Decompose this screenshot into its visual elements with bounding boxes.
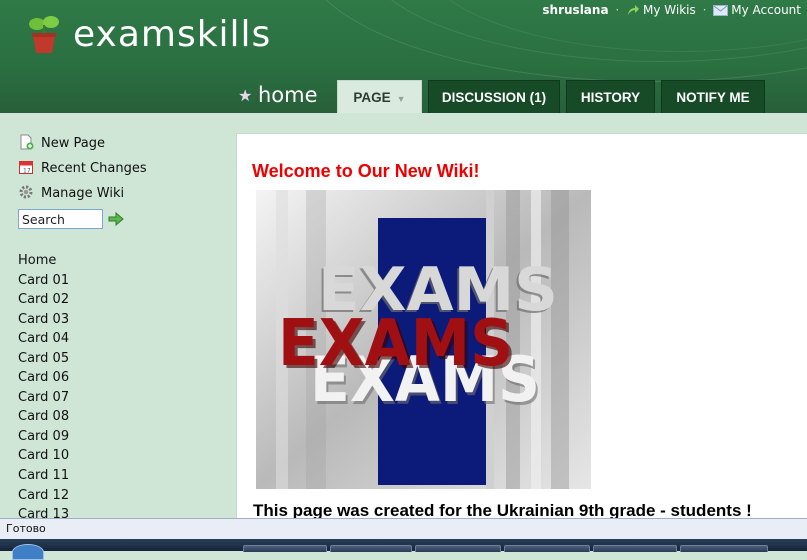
tab-discussion[interactable]: DISCUSSION (1) (428, 80, 560, 113)
status-bar: Готово (0, 518, 807, 539)
svg-text:17: 17 (23, 168, 31, 175)
tab-label: DISCUSSION (1) (441, 90, 547, 105)
exams-image: EXAMS EXAMS EXAMS EXAMS EXAMS EXAMS (256, 190, 591, 489)
new-page-icon (20, 134, 34, 150)
nav-item-card-03[interactable]: Card 03 (18, 310, 69, 330)
recent-changes-link[interactable]: 17 Recent Changes (18, 159, 147, 179)
nav-item-card-09[interactable]: Card 09 (18, 427, 69, 447)
search-input[interactable] (18, 209, 103, 229)
nav-item-home[interactable]: Home (18, 251, 69, 271)
nav-item-card-12[interactable]: Card 12 (18, 486, 69, 506)
status-text: Готово (6, 522, 46, 535)
nav-item-card-02[interactable]: Card 02 (18, 290, 69, 310)
tab-label: HISTORY (580, 90, 641, 105)
tab-label: NOTIFY ME (676, 90, 750, 105)
intro-text: This page was created for the Ukrainian … (253, 501, 752, 519)
sidebar: New Page 17 Recent Changes Manage Wiki H… (0, 113, 235, 522)
gear-icon (19, 185, 33, 199)
start-button[interactable] (12, 544, 44, 560)
page-content: Welcome to Our New Wiki! EXAMS EXAMS EXA… (236, 133, 807, 519)
taskbar (0, 539, 807, 560)
tab-history[interactable]: HISTORY (566, 80, 655, 113)
new-page-link[interactable]: New Page (18, 134, 105, 154)
site-title[interactable]: examskills (73, 14, 271, 55)
calendar-icon: 17 (19, 161, 33, 175)
nav-item-card-05[interactable]: Card 05 (18, 349, 69, 369)
plant-logo-icon[interactable] (27, 15, 61, 55)
wiki-nav-list: Home Card 01 Card 02 Card 03 Card 04 Car… (18, 251, 69, 525)
tab-notify-me[interactable]: NOTIFY ME (661, 80, 765, 113)
manage-wiki-label: Manage Wiki (41, 186, 125, 201)
nav-item-card-04[interactable]: Card 04 (18, 329, 69, 349)
page-title: home (258, 83, 318, 107)
welcome-heading: Welcome to Our New Wiki! (252, 161, 480, 181)
recent-changes-label: Recent Changes (41, 161, 147, 176)
site-header: examskills shruslana · My Wikis · My Acc… (0, 0, 807, 113)
search-go-icon[interactable] (108, 212, 124, 226)
manage-wiki-link[interactable]: Manage Wiki (18, 184, 124, 204)
nav-item-card-08[interactable]: Card 08 (18, 407, 69, 427)
nav-item-card-07[interactable]: Card 07 (18, 388, 69, 408)
star-icon: ★ (238, 86, 253, 105)
nav-item-card-10[interactable]: Card 10 (18, 446, 69, 466)
user-nav: shruslana · My Wikis · My Account (542, 3, 801, 17)
image-text-2: EXAMS (278, 307, 513, 381)
new-page-label: New Page (41, 136, 105, 151)
nav-item-card-06[interactable]: Card 06 (18, 368, 69, 388)
username-link[interactable]: shruslana (542, 3, 608, 17)
tab-page[interactable]: PAGE ▼ (337, 80, 422, 113)
nav-item-card-01[interactable]: Card 01 (18, 271, 69, 291)
chevron-down-icon: ▼ (396, 94, 406, 104)
my-wikis-link[interactable]: My Wikis (643, 3, 696, 17)
arrow-icon (628, 5, 640, 15)
nav-item-card-11[interactable]: Card 11 (18, 466, 69, 486)
mail-icon (713, 5, 729, 16)
my-account-link[interactable]: My Account (731, 3, 801, 17)
tab-label: PAGE (353, 90, 391, 105)
